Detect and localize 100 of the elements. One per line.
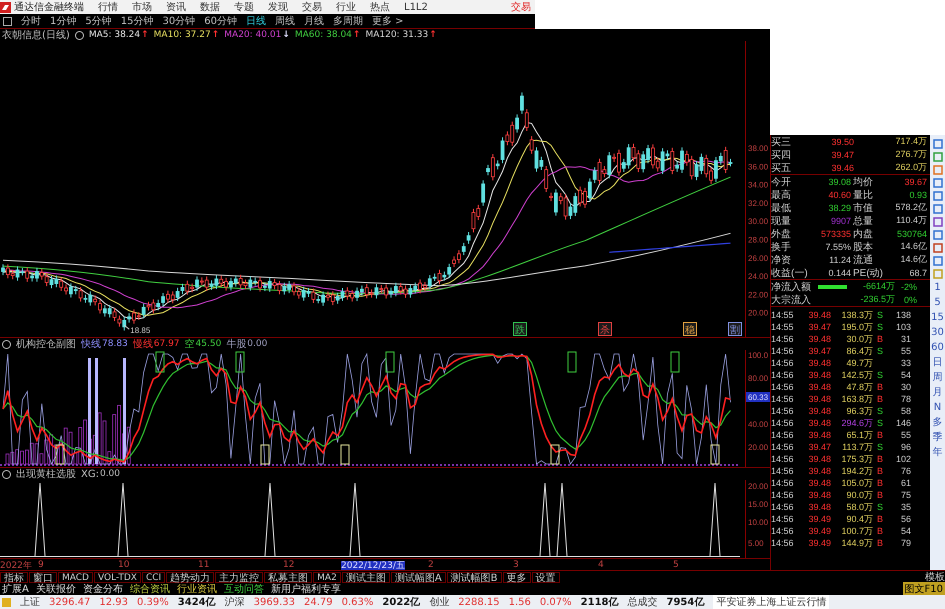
- trade-button[interactable]: 交易: [511, 0, 535, 14]
- period-button[interactable]: 季: [932, 432, 943, 444]
- circle-icon[interactable]: [2, 340, 11, 348]
- template-button[interactable]: 模板: [925, 570, 945, 584]
- flow-value: -236.5万: [859, 293, 895, 306]
- toolbar-square-icon[interactable]: [932, 269, 943, 279]
- order-label: 买五: [771, 162, 792, 174]
- period-tab[interactable]: 60分钟: [204, 14, 237, 28]
- info-tab[interactable]: 互动问答: [224, 582, 264, 596]
- buy-marker: [260, 444, 270, 464]
- menu-item[interactable]: 资讯: [166, 0, 186, 14]
- menu-item[interactable]: L1L2: [404, 2, 428, 12]
- axis-label: 28.00: [748, 236, 768, 244]
- tick-count: 138: [894, 310, 911, 320]
- info-tab[interactable]: 新用户福利专享: [270, 582, 341, 596]
- tick-time: 14:56: [771, 334, 795, 344]
- sell-marker: [236, 352, 244, 372]
- trade-side: S: [876, 346, 884, 356]
- trade-side: B: [876, 514, 884, 524]
- stat-label: 股本: [853, 240, 874, 254]
- indicator-tab[interactable]: 测试幅图A: [390, 572, 446, 582]
- tick-count: 55: [900, 430, 911, 440]
- period-button[interactable]: N: [934, 402, 942, 414]
- period-tab[interactable]: 日线: [246, 14, 266, 28]
- index-name: 创业: [429, 596, 450, 609]
- toolbar-square-icon[interactable]: [932, 152, 943, 162]
- stat-label: 最低: [771, 202, 792, 214]
- indicator-tab[interactable]: 测试主图: [342, 572, 390, 582]
- tick-time: 14:55: [771, 322, 795, 332]
- period-tab[interactable]: 30分钟: [162, 14, 196, 28]
- indicator-tab[interactable]: 设置: [532, 572, 560, 582]
- menu-item[interactable]: 数据: [200, 0, 220, 14]
- indicator-tab[interactable]: MACD: [58, 572, 93, 582]
- period-tab[interactable]: 1分钟: [50, 14, 76, 28]
- flow-label: 大宗流入: [771, 294, 812, 306]
- period-tab[interactable]: 分时: [21, 14, 41, 28]
- toolbar-square-icon[interactable]: [932, 178, 943, 188]
- date-label: 3: [513, 560, 519, 570]
- tick-time: 14:56: [771, 514, 795, 524]
- period-tab[interactable]: 多周期: [332, 14, 363, 28]
- toolbar-square-icon[interactable]: [932, 243, 943, 253]
- period-tab[interactable]: 周线: [274, 14, 295, 28]
- indicator-tab[interactable]: VOL-TDX: [94, 572, 141, 582]
- period-tab[interactable]: 15分钟: [120, 14, 154, 28]
- menu-item[interactable]: 交易: [302, 0, 322, 14]
- info-tab[interactable]: 关联报价: [36, 582, 76, 596]
- toolbar-square-icon[interactable]: [932, 191, 943, 201]
- period-button[interactable]: 60: [931, 342, 944, 354]
- toolbar-square-icon[interactable]: [932, 139, 943, 149]
- tick-count: 102: [894, 454, 911, 464]
- indicator-tab[interactable]: 私募主图: [264, 572, 312, 582]
- circle-icon[interactable]: [2, 470, 11, 478]
- tick-price: 39.48: [807, 310, 831, 320]
- info-tab[interactable]: 扩展A: [2, 582, 29, 596]
- index-name: 沪深: [224, 596, 245, 609]
- period-button[interactable]: 周: [932, 372, 943, 384]
- ma-value: MA10: 37.27: [154, 30, 211, 40]
- indicator-tab[interactable]: 窗口: [29, 572, 57, 582]
- toolbar-square-icon[interactable]: [932, 217, 943, 227]
- tick-time: 14:56: [771, 406, 795, 416]
- trend-arrow: ↑: [429, 30, 437, 40]
- toolbar-square-icon[interactable]: [932, 256, 943, 266]
- period-tab[interactable]: 5分钟: [85, 14, 112, 28]
- info-tab[interactable]: 行业资讯: [176, 582, 217, 596]
- menu-item[interactable]: 市场: [132, 0, 152, 14]
- info-tab[interactable]: 资金分布: [82, 582, 123, 596]
- period-tab[interactable]: 月线: [304, 14, 324, 28]
- period-button[interactable]: 多: [932, 417, 943, 429]
- tick-price: 39.48: [807, 454, 831, 464]
- toolbar-square-icon[interactable]: [932, 230, 943, 240]
- sell-marker: [386, 352, 394, 372]
- menu-item[interactable]: 热点: [370, 0, 390, 14]
- tick-price: 39.48: [807, 418, 831, 428]
- period-button[interactable]: 年: [932, 447, 943, 459]
- stat-value: 7.55%: [824, 242, 852, 252]
- menu-item[interactable]: 行情: [98, 0, 118, 14]
- menu-item[interactable]: 行业: [336, 0, 356, 14]
- indicator-tab[interactable]: 更多: [502, 572, 531, 582]
- menu-item[interactable]: 发现: [268, 0, 288, 14]
- period-button[interactable]: 日: [932, 357, 943, 369]
- indicator-tab[interactable]: MA2: [313, 572, 341, 582]
- info-tab[interactable]: 综合资讯: [130, 582, 170, 596]
- tick-volume: 105.0万: [840, 476, 873, 490]
- toolbar-square-icon[interactable]: [932, 165, 943, 175]
- f10-button[interactable]: 图文F10: [902, 582, 945, 596]
- toolbar-square-icon[interactable]: [932, 204, 943, 214]
- indicator-tab[interactable]: CCI: [142, 572, 166, 582]
- square-icon[interactable]: [3, 16, 12, 26]
- indicator-tab[interactable]: 主力监控: [215, 572, 264, 582]
- period-button[interactable]: 30: [931, 327, 944, 339]
- indicator-tab[interactable]: 趋势动力: [166, 572, 214, 582]
- period-button[interactable]: 5: [934, 297, 941, 309]
- menu-item[interactable]: 专题: [234, 0, 254, 14]
- circle-icon[interactable]: [74, 30, 84, 40]
- period-tab[interactable]: 更多 >: [372, 14, 404, 28]
- period-button[interactable]: 15: [931, 312, 944, 324]
- indicator-tab[interactable]: 测试幅图B: [446, 572, 502, 582]
- period-button[interactable]: 月: [932, 387, 943, 399]
- indicator-tab[interactable]: 指标: [0, 572, 28, 582]
- period-button[interactable]: 1: [934, 282, 941, 294]
